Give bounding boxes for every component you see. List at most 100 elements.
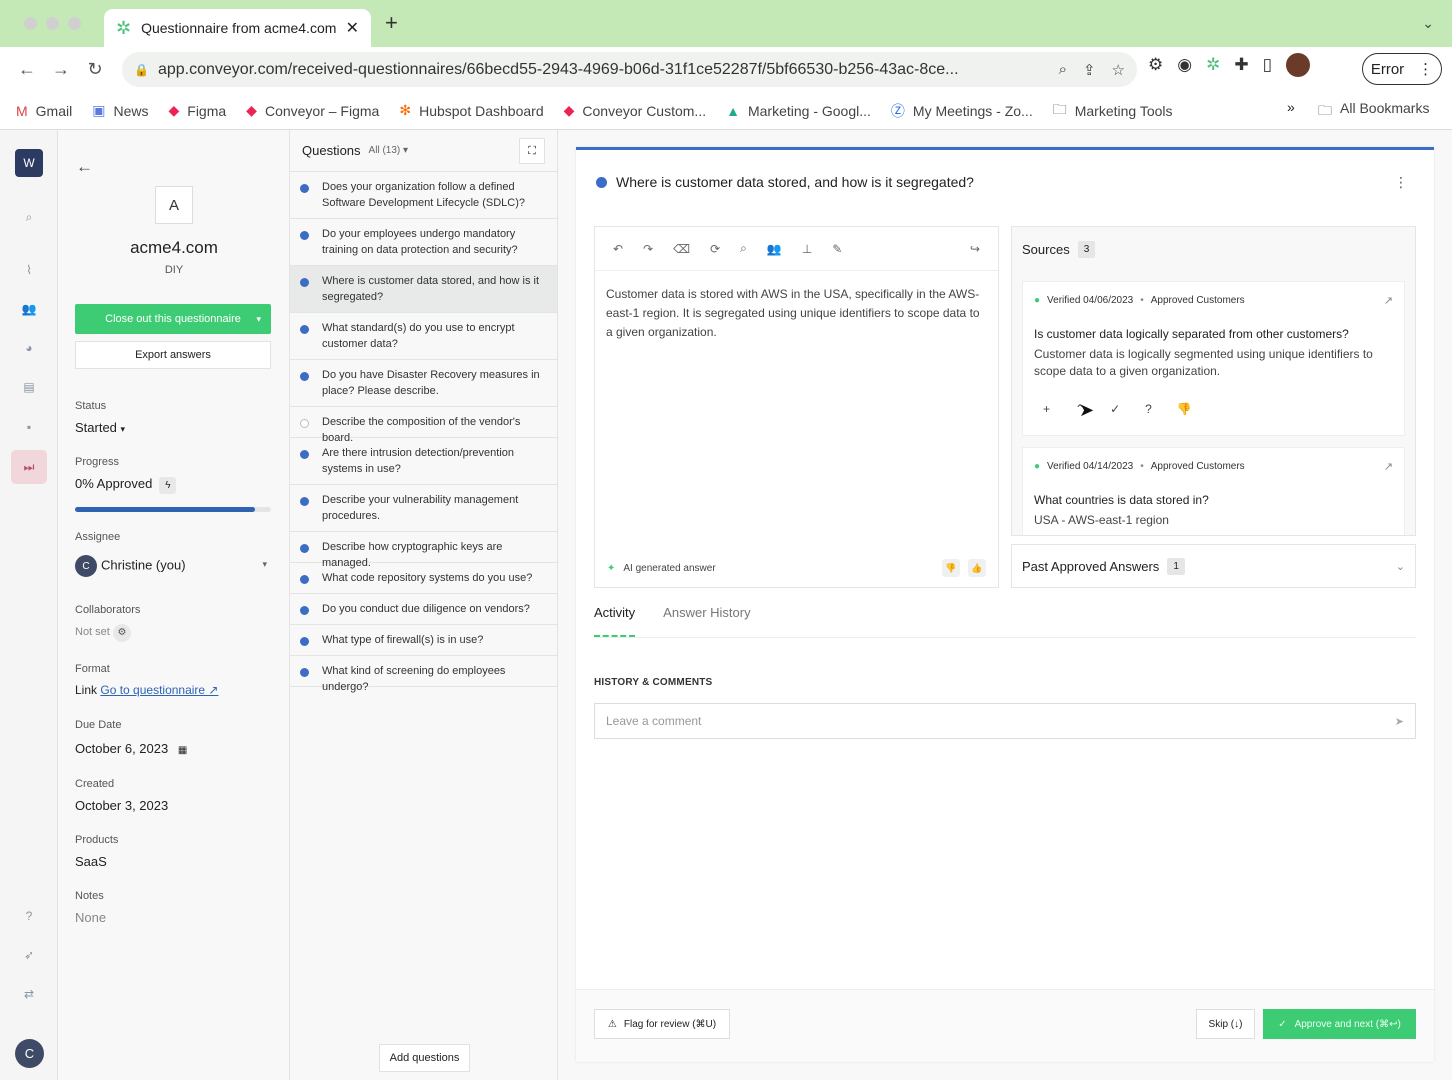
assignee-dropdown[interactable]: C Christine (you) ▾ xyxy=(75,555,271,577)
bookmark-marketing-google[interactable]: ▲ Marketing - Googl... xyxy=(726,103,871,119)
app: W ⌕ ⌇ 👥 ◕ ▤ ▪ ⏭ ? ➶ ⇄ C ← A acme4.com DI… xyxy=(0,130,1452,1080)
all-bookmarks[interactable]: 🗀 All Bookmarks xyxy=(1318,100,1429,124)
go-to-questionnaire-link[interactable]: Go to questionnaire ↗ xyxy=(100,683,218,697)
more-options-icon[interactable]: ⋮ xyxy=(1394,174,1408,191)
bookmark-figma[interactable]: ◆ Figma xyxy=(168,102,226,119)
question-text: What code repository systems do you use? xyxy=(322,572,533,584)
bookmark-my-meetings[interactable]: Ⓩ My Meetings - Zo... xyxy=(891,101,1033,121)
tab-activity[interactable]: Activity xyxy=(594,598,636,637)
questionnaire-icon[interactable]: ⏭ xyxy=(11,450,47,484)
question-item[interactable]: Do you conduct due diligence on vendors? xyxy=(290,594,557,625)
status-dropdown[interactable]: Started ▾ xyxy=(75,420,125,435)
gear-icon[interactable]: ⚙ xyxy=(112,624,131,642)
bookmark-news[interactable]: ▣ News xyxy=(92,102,148,119)
question-item[interactable]: What kind of screening do employees unde… xyxy=(290,656,557,693)
skip-button[interactable]: Skip (↓) xyxy=(1196,1009,1255,1039)
search-icon[interactable]: ⌕ xyxy=(0,210,58,225)
question-icon[interactable]: ? xyxy=(1145,402,1152,416)
palette-icon[interactable]: ◕ xyxy=(0,341,58,355)
extension-shield-icon[interactable]: ◉ xyxy=(1177,55,1192,75)
question-item[interactable]: Does your organization follow a defined … xyxy=(290,172,557,219)
send-icon[interactable]: ➤ xyxy=(1395,715,1404,728)
zoom-icon[interactable]: ⌕ xyxy=(1059,61,1067,78)
stamp-icon[interactable]: ⊥ xyxy=(802,242,812,256)
search-icon[interactable]: ⌕ xyxy=(740,241,747,256)
comment-input[interactable]: Leave a comment ➤ xyxy=(594,703,1416,739)
bolt-icon[interactable]: ϟ xyxy=(159,477,177,494)
users-icon[interactable]: 👥 xyxy=(0,302,58,316)
rocket-icon[interactable]: ➶ xyxy=(0,948,58,962)
bookmark-marketing-tools[interactable]: 🗀 Marketing Tools xyxy=(1053,99,1173,123)
external-link-icon[interactable]: ↗ xyxy=(1384,294,1393,307)
back-icon[interactable]: ← xyxy=(10,59,44,80)
chevron-down-icon[interactable]: ⌄ xyxy=(1422,15,1434,32)
past-approved-answers[interactable]: Past Approved Answers 1 ⌄ xyxy=(1011,544,1416,588)
due-date-value[interactable]: October 6, 2023 ▦ xyxy=(75,741,187,756)
question-item[interactable]: Describe your vulnerability management p… xyxy=(290,485,557,532)
swap-icon[interactable]: ⇄ xyxy=(0,987,58,1001)
question-item[interactable]: What standard(s) do you use to encrypt c… xyxy=(290,313,557,360)
question-item[interactable]: Describe the composition of the vendor's… xyxy=(290,407,557,444)
chart-icon[interactable]: ⌇ xyxy=(0,263,58,277)
new-tab-icon[interactable]: + xyxy=(385,10,398,36)
thumbs-down-icon[interactable]: 👎 xyxy=(942,559,960,577)
check-icon[interactable]: ✓ xyxy=(1110,402,1120,416)
plus-icon[interactable]: + xyxy=(1043,402,1050,416)
questions-filter[interactable]: All (13) ▾ xyxy=(369,145,409,156)
redo-icon[interactable]: ↷ xyxy=(643,242,653,256)
undo-icon[interactable]: ↶ xyxy=(613,242,623,256)
bookmark-hubspot[interactable]: ✻ Hubspot Dashboard xyxy=(399,102,543,119)
tab-answer-history[interactable]: Answer History xyxy=(663,598,750,637)
back-arrow-icon[interactable]: ← xyxy=(76,157,93,177)
error-button[interactable]: Error ⋮ xyxy=(1362,53,1442,85)
collaborators-label: Collaborators xyxy=(75,604,141,616)
users-icon[interactable]: 👥 xyxy=(767,242,782,256)
sources-panel: Sources 3 ● Verified 04/06/2023 • Approved C… xyxy=(1011,226,1416,536)
address-bar[interactable]: 🔒 app.conveyor.com/received-questionnair… xyxy=(122,52,1137,87)
puzzle-icon[interactable]: ✚ xyxy=(1234,55,1248,75)
browser-tab[interactable]: ✲ Questionnaire from acme4.com ✕ xyxy=(104,9,371,47)
question-item[interactable]: What type of firewall(s) is in use? xyxy=(290,625,557,656)
share-arrow-icon[interactable]: ↪ xyxy=(970,242,980,256)
share-icon[interactable]: ⇪ xyxy=(1083,61,1096,79)
forward-icon[interactable]: → xyxy=(44,59,78,80)
question-text: Does your organization follow a defined … xyxy=(322,181,525,209)
bookmarks-more-icon[interactable]: » xyxy=(1287,99,1295,115)
thumbs-up-icon[interactable]: 👍 xyxy=(968,559,986,577)
star-icon[interactable]: ☆ xyxy=(1112,61,1125,79)
extension-conveyor-icon[interactable]: ✲ xyxy=(1206,55,1220,75)
export-answers-button[interactable]: Export answers xyxy=(75,341,271,369)
refresh-icon[interactable]: ⟳ xyxy=(710,242,720,256)
question-item[interactable]: Do you have Disaster Recovery measures i… xyxy=(290,360,557,407)
magic-wand-icon[interactable]: ✎ xyxy=(832,242,842,256)
expand-icon[interactable]: ⛶ xyxy=(519,138,545,164)
window-controls[interactable] xyxy=(24,17,81,30)
question-item[interactable]: Where is customer data stored, and how i… xyxy=(290,266,557,313)
add-questions-button[interactable]: Add questions xyxy=(379,1044,470,1072)
approve-next-button[interactable]: ✓ Approve and next (⌘↩) xyxy=(1263,1009,1416,1039)
question-item[interactable]: Do your employees undergo mandatory trai… xyxy=(290,219,557,266)
help-icon[interactable]: ? xyxy=(0,909,58,923)
bookmark-gmail[interactable]: M Gmail xyxy=(16,103,72,119)
question-item[interactable]: Describe how cryptographic keys are mana… xyxy=(290,532,557,569)
chat-icon[interactable]: ▪ xyxy=(0,420,58,434)
thumbs-down-icon[interactable]: 👎 xyxy=(1177,402,1192,416)
close-out-button[interactable]: Close out this questionnaire ▾ xyxy=(75,304,271,334)
reload-icon[interactable]: ↻ xyxy=(78,59,112,80)
profile-avatar[interactable] xyxy=(1285,53,1310,77)
caret-down-icon[interactable]: ▾ xyxy=(256,314,261,325)
question-item[interactable]: Are there intrusion detection/prevention… xyxy=(290,438,557,485)
bookmark-conveyor-custom[interactable]: ◆ Conveyor Custom... xyxy=(564,102,707,119)
eraser-icon[interactable]: ⌫ xyxy=(673,242,690,256)
user-avatar[interactable]: C xyxy=(15,1039,44,1068)
extension-gear-icon[interactable]: ⚙ xyxy=(1148,55,1163,75)
close-tab-icon[interactable]: ✕ xyxy=(346,18,359,38)
answer-text[interactable]: Customer data is stored with AWS in the … xyxy=(595,271,998,356)
book-icon[interactable]: ▤ xyxy=(0,380,58,394)
notes-value[interactable]: None xyxy=(75,910,106,925)
flag-for-review-button[interactable]: ⚠ Flag for review (⌘U) xyxy=(594,1009,730,1039)
sidepanel-icon[interactable]: ▯ xyxy=(1263,55,1272,75)
workspace-logo[interactable]: W xyxy=(15,149,43,177)
bookmark-conveyor-figma[interactable]: ◆ Conveyor – Figma xyxy=(246,102,379,119)
external-link-icon[interactable]: ↗ xyxy=(1384,460,1393,473)
